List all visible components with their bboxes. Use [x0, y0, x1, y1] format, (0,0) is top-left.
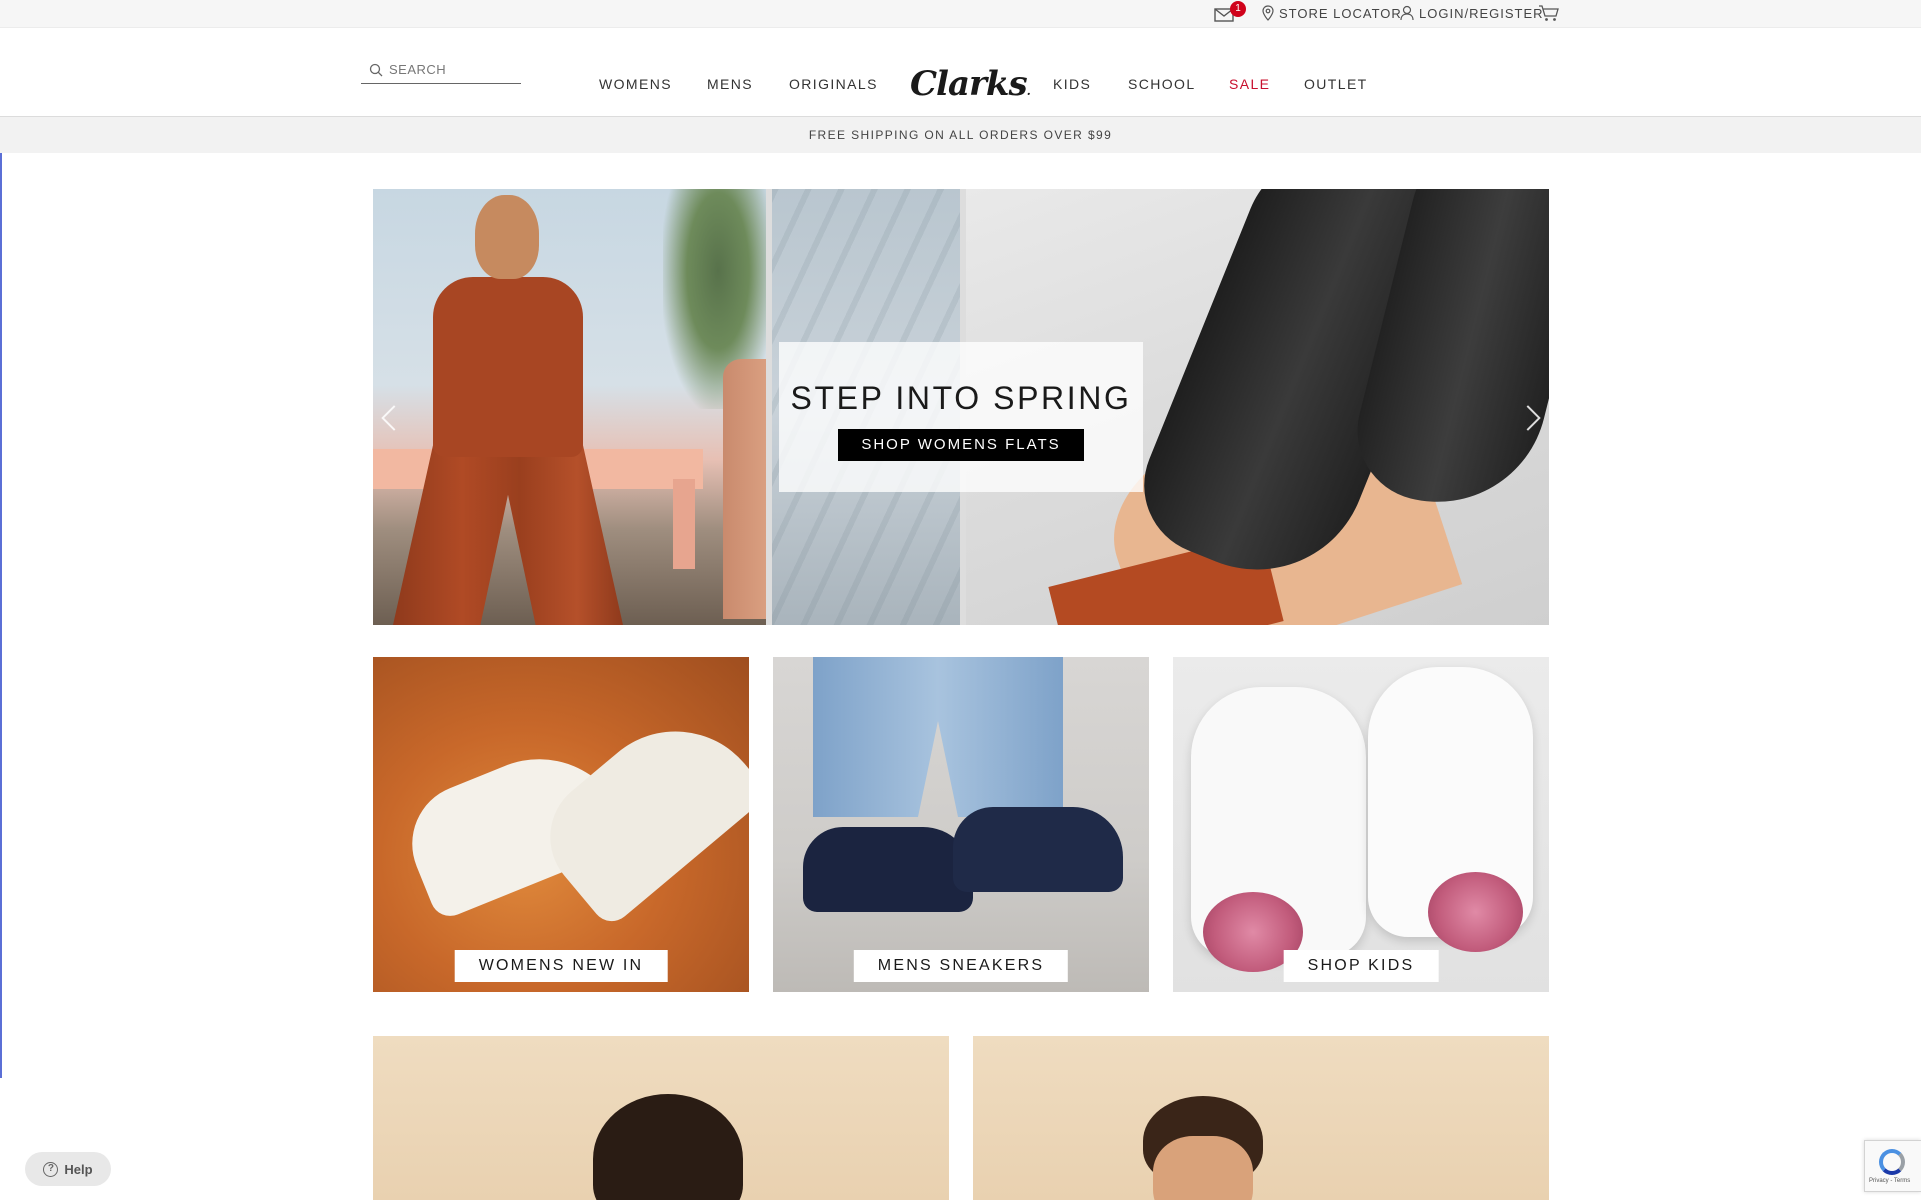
question-icon: ?: [43, 1161, 59, 1177]
store-locator-link[interactable]: STORE LOCATOR: [1262, 5, 1402, 21]
location-pin-icon: [1262, 5, 1274, 21]
help-button[interactable]: ? Help: [25, 1152, 111, 1186]
mail-button[interactable]: 1: [1214, 1, 1246, 24]
nav-mens[interactable]: MENS: [707, 76, 753, 92]
mail-count-badge: 1: [1230, 1, 1246, 17]
user-icon: [1400, 5, 1414, 21]
nav-outlet[interactable]: OUTLET: [1304, 76, 1368, 92]
hero-carousel[interactable]: STEP INTO SPRING SHOP WOMENS FLATS: [373, 189, 1549, 625]
cart-icon: [1539, 5, 1559, 21]
hero-title: STEP INTO SPRING: [790, 380, 1132, 416]
shop-womens-flats-button[interactable]: SHOP WOMENS FLATS: [838, 429, 1084, 461]
window-edge: [0, 28, 2, 1078]
nav-school[interactable]: SCHOOL: [1128, 76, 1196, 92]
help-label: Help: [64, 1161, 93, 1177]
search-field[interactable]: [361, 56, 521, 84]
recaptcha-icon: [1879, 1149, 1905, 1175]
login-register-link[interactable]: LOGIN/REGISTER: [1400, 5, 1544, 21]
logo-text: Clarks: [910, 64, 1028, 104]
login-register-label: LOGIN/REGISTER: [1419, 5, 1544, 21]
store-locator-label: STORE LOCATOR: [1279, 5, 1402, 21]
tile-mens-sneakers[interactable]: MENS SNEAKERS: [773, 657, 1149, 992]
main-header: WOMENS MENS ORIGINALS Clarks. KIDS SCHOO…: [0, 28, 1921, 117]
cart-button[interactable]: [1538, 4, 1560, 22]
page: 1 STORE LOCATOR LOGIN/REGISTER SEARCH WO…: [0, 0, 1921, 1200]
nav-womens[interactable]: WOMENS: [599, 76, 672, 92]
feature-image-man[interactable]: [973, 1036, 1549, 1200]
tile-womens-new-in[interactable]: WOMENS NEW IN: [373, 657, 749, 992]
recaptcha-terms[interactable]: Privacy - Terms: [1869, 1178, 1910, 1184]
feature-image-woman[interactable]: [373, 1036, 949, 1200]
search-icon: [369, 63, 383, 76]
hero-image-woman: [373, 189, 766, 625]
nav-sale[interactable]: SALE: [1229, 76, 1270, 92]
search-input[interactable]: [389, 62, 514, 77]
tile-shop-kids-label[interactable]: SHOP KIDS: [1283, 950, 1439, 982]
nav-originals[interactable]: ORIGINALS: [789, 76, 878, 92]
recaptcha-badge[interactable]: Privacy - Terms: [1864, 1140, 1921, 1192]
promo-banner: FREE SHIPPING ON ALL ORDERS OVER $99: [0, 117, 1921, 153]
nav-kids[interactable]: KIDS: [1053, 76, 1091, 92]
hero-text-card: STEP INTO SPRING SHOP WOMENS FLATS: [779, 342, 1143, 492]
tile-mens-sneakers-label[interactable]: MENS SNEAKERS: [853, 950, 1069, 982]
clarks-logo[interactable]: Clarks.: [910, 66, 1031, 102]
tile-shop-kids[interactable]: SHOP KIDS: [1173, 657, 1549, 992]
tile-womens-new-in-label[interactable]: WOMENS NEW IN: [454, 950, 668, 982]
utility-bar: 1 STORE LOCATOR LOGIN/REGISTER: [0, 0, 1921, 28]
